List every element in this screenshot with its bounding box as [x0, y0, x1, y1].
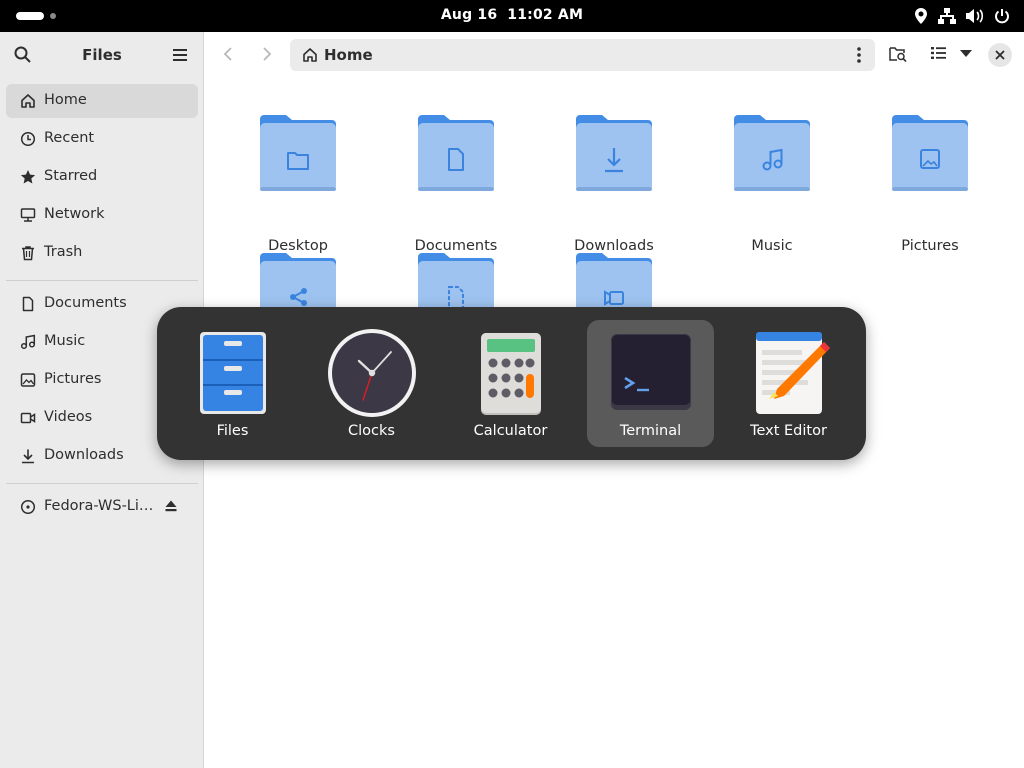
switcher-app-files[interactable]: Files — [169, 320, 296, 447]
location-icon — [915, 8, 927, 24]
sidebar-item-label: Network — [44, 206, 105, 222]
sidebar-item-starred[interactable]: Starred — [6, 160, 198, 194]
sidebar-item-label: Recent — [44, 130, 95, 146]
terminal-app-icon — [610, 334, 691, 410]
top-bar: Aug 16 11:02 AM — [0, 0, 1024, 32]
sidebar-separator — [6, 280, 198, 281]
sidebar-item-network[interactable]: Network — [6, 198, 198, 232]
sidebar-header: Files — [0, 32, 203, 78]
eject-icon[interactable] — [164, 499, 178, 513]
clock[interactable]: Aug 16 11:02 AM — [0, 7, 1024, 23]
folder-icon — [576, 115, 652, 191]
switcher-app-label: Calculator — [473, 423, 548, 439]
switcher-app-text-editor[interactable]: Text Editor — [725, 320, 852, 447]
video-icon — [20, 412, 36, 424]
folder-desktop[interactable]: Desktop — [233, 111, 363, 254]
hamburger-menu-icon[interactable] — [172, 48, 188, 62]
folder-music[interactable]: Music — [707, 111, 837, 254]
sidebar-item-recent[interactable]: Recent — [6, 122, 198, 156]
folder-icon — [418, 115, 494, 191]
sidebar-item-label: Home — [44, 92, 87, 108]
sidebar-separator — [6, 483, 198, 484]
calculator-app-icon — [480, 333, 541, 415]
sidebar-item-label: Fedora-WS-Li… — [44, 498, 154, 514]
view-options-dropdown-icon[interactable] — [960, 50, 972, 58]
home-icon — [303, 48, 317, 62]
switcher-app-label: Terminal — [619, 423, 682, 439]
folder-downloads[interactable]: Downloads — [549, 111, 679, 254]
clock-time: 11:02 AM — [507, 7, 584, 23]
folder-pictures[interactable]: Pictures — [865, 111, 995, 254]
more-options-icon[interactable] — [857, 47, 861, 63]
picture-icon — [20, 373, 36, 387]
folder-documents[interactable]: Documents — [391, 111, 521, 254]
files-app-icon — [199, 332, 266, 414]
system-tray[interactable] — [914, 7, 1010, 25]
document-icon — [22, 296, 34, 312]
list-view-icon[interactable] — [931, 46, 946, 60]
sidebar-item-home[interactable]: Home — [6, 84, 198, 118]
clock-date: Aug 16 — [440, 7, 498, 23]
switcher-app-calculator[interactable]: Calculator — [447, 320, 574, 447]
folder-label: Pictures — [901, 238, 959, 254]
folder-icon — [734, 115, 810, 191]
switcher-app-label: Clocks — [348, 423, 395, 439]
switcher-app-clocks[interactable]: Clocks — [308, 320, 435, 447]
sidebar-item-fedora-disc[interactable]: Fedora-WS-Li… — [6, 490, 198, 524]
header-bar: Home — [204, 32, 1024, 78]
sidebar-item-label: Downloads — [44, 447, 124, 463]
app-switcher: Files Clocks Calculator Terminal Text Ed… — [157, 307, 866, 460]
sidebar-item-label: Pictures — [44, 371, 102, 387]
path-bar[interactable]: Home — [290, 39, 875, 71]
disc-icon — [20, 499, 36, 515]
sidebar-item-label: Videos — [44, 409, 93, 425]
download-icon — [22, 449, 34, 464]
switcher-app-label: Text Editor — [750, 423, 827, 439]
network-icon — [938, 8, 956, 24]
sidebar-item-label: Documents — [44, 295, 127, 311]
star-icon — [20, 170, 36, 184]
switcher-app-terminal[interactable]: Terminal — [587, 320, 714, 447]
folder-icon — [892, 115, 968, 191]
folder-icon — [260, 115, 336, 191]
path-bar-label: Home — [324, 46, 373, 64]
home-icon — [21, 94, 35, 108]
music-icon — [20, 334, 36, 350]
sidebar-item-trash[interactable]: Trash — [6, 236, 198, 270]
sidebar-item-label: Music — [44, 333, 86, 349]
power-icon — [995, 9, 1009, 24]
close-icon — [995, 50, 1005, 60]
back-arrow-icon[interactable] — [222, 46, 234, 62]
trash-icon — [22, 246, 34, 261]
close-window-button[interactable] — [988, 43, 1012, 67]
forward-arrow-icon[interactable] — [261, 46, 273, 62]
folder-label: Music — [751, 238, 793, 254]
sidebar-item-label: Trash — [44, 244, 83, 260]
switcher-app-label: Files — [216, 423, 249, 439]
search-folder-icon[interactable] — [889, 46, 907, 62]
volume-icon — [966, 9, 984, 23]
network-icon — [20, 208, 36, 222]
text-editor-app-icon — [755, 332, 830, 414]
clocks-app-icon — [327, 329, 416, 417]
clock-icon — [20, 131, 36, 147]
sidebar-item-label: Starred — [44, 168, 98, 184]
